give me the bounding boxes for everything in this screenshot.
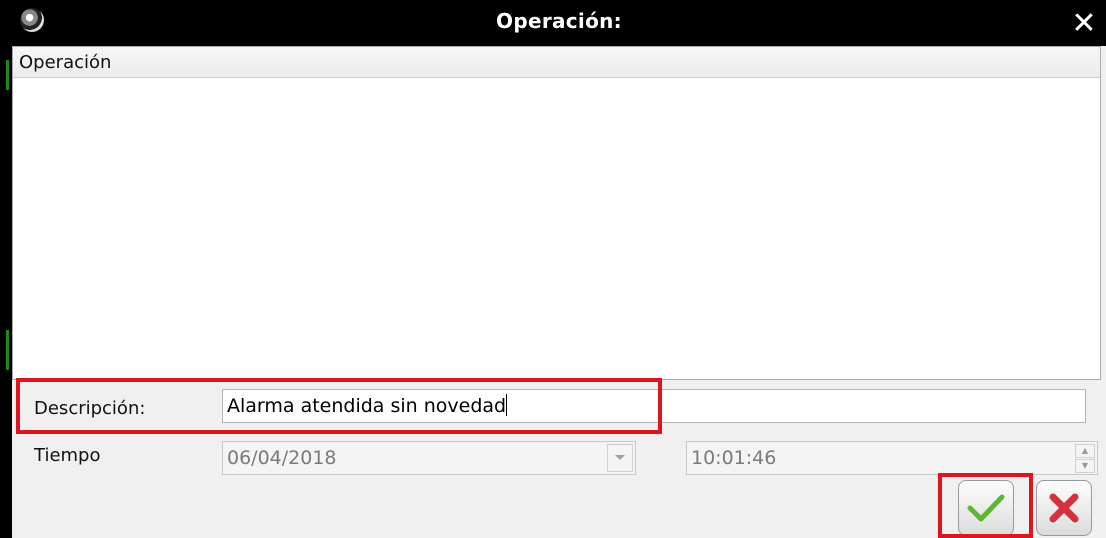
title-bar: Operación: ✕ — [12, 0, 1106, 46]
window-title: Operación: — [496, 9, 622, 33]
description-value: Alarma atendida sin novedad — [227, 395, 507, 417]
description-label: Descripción: — [34, 398, 146, 419]
text-cursor — [506, 394, 508, 416]
close-button[interactable]: ✕ — [1066, 6, 1102, 42]
chevron-down-icon — [615, 455, 625, 460]
date-dropdown-button[interactable] — [607, 444, 633, 472]
operation-grid[interactable]: Operación — [12, 46, 1101, 380]
close-icon: ✕ — [1071, 6, 1097, 41]
date-value: 06/04/2018 — [227, 447, 337, 469]
x-icon — [1049, 493, 1079, 523]
time-spin-up-button[interactable]: ▲ — [1075, 444, 1095, 458]
edge-mark — [6, 330, 9, 370]
left-window-edge — [0, 0, 12, 538]
description-input[interactable]: Alarma atendida sin novedad — [222, 389, 1086, 423]
accept-button[interactable] — [958, 480, 1014, 536]
edge-mark — [6, 60, 9, 90]
time-label: Tiempo — [34, 445, 101, 466]
date-select[interactable]: 06/04/2018 — [222, 441, 636, 475]
time-input[interactable]: 10:01:46 ▲ ▼ — [686, 441, 1098, 475]
time-value: 10:01:46 — [691, 447, 777, 469]
time-spin-down-button[interactable]: ▼ — [1075, 459, 1095, 473]
check-icon — [967, 494, 1005, 522]
operation-dialog: Operación: ✕ Operación Descripción: Alar… — [12, 0, 1106, 538]
cancel-button[interactable] — [1036, 480, 1092, 536]
grid-column-header-operacion[interactable]: Operación — [13, 47, 1100, 78]
